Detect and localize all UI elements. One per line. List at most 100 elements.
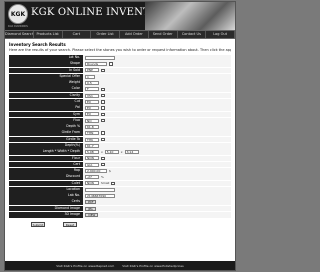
form-row: Lab No. 2146667090 [9, 193, 231, 199]
stone-details-form: Lot No. Shape Rounds In Sold PNP Special Offe… [9, 55, 231, 218]
nav-item-3[interactable]: Order List [91, 31, 120, 38]
text-field[interactable]: EX [85, 106, 99, 111]
field-value: EX [83, 105, 231, 111]
field-label: Lot No. [9, 55, 83, 61]
field-value: NO [83, 117, 231, 124]
checkbox[interactable] [101, 87, 105, 91]
field-value: THN [83, 130, 231, 137]
field-label: Shape [9, 61, 83, 67]
form-row: Length * Width * Depth 5.08 x 5.10 x 3.14 [9, 149, 231, 155]
field-value: PNP [83, 67, 231, 74]
field-label: Special Offer [9, 73, 83, 80]
text-field[interactable]: 3.14 [124, 150, 139, 155]
text-field[interactable] [85, 55, 115, 60]
nav-item-2[interactable]: Cart [63, 31, 92, 38]
text-field[interactable]: EX [85, 99, 99, 104]
form-row: Special Offer n [9, 73, 231, 80]
field-label: 3D Image [9, 212, 83, 218]
form-row: Flour NON [9, 155, 231, 162]
checkbox[interactable] [101, 68, 105, 73]
footer-link-polishedprices[interactable]: Visit KGK's Profile on www.Polishedprice… [122, 264, 183, 268]
field-label: Flour [9, 155, 83, 162]
text-field[interactable]: PNP [85, 68, 99, 73]
text-field[interactable]: 61.7 [85, 143, 99, 148]
text-field[interactable]: 0.5 [85, 80, 99, 85]
view-file-button[interactable]: VIEW [85, 212, 99, 217]
text-field[interactable]: VS1 [85, 93, 99, 98]
footer-link-rapnet[interactable]: Visit KGK's Profile on www.Rapnet.com [56, 264, 114, 268]
checkbox[interactable] [101, 93, 105, 98]
unit-label: $ [109, 168, 111, 173]
logo[interactable]: KGK [8, 4, 28, 24]
unit-label: x [101, 150, 103, 155]
field-value: EX [83, 111, 231, 118]
checkbox[interactable] [101, 162, 105, 167]
nav-item-1[interactable]: Products List [34, 31, 63, 38]
form-row: Color F [9, 86, 231, 93]
field-label: Girdle To [9, 136, 83, 143]
field-value: 61.8 [83, 124, 231, 130]
submit-button[interactable]: Submit [31, 221, 45, 227]
field-label: Rap [9, 168, 83, 174]
checkbox[interactable] [101, 106, 105, 110]
header-tools-image [145, 2, 235, 30]
unit-label: Small [101, 181, 110, 186]
field-value: PDF [83, 199, 231, 206]
field-value: F [83, 86, 231, 93]
text-field[interactable]: 2,900.00 [85, 168, 107, 173]
form-row: Diamond Image JPG [9, 205, 231, 212]
field-label: Certs [9, 199, 83, 206]
form-row: Girdle From THN [9, 130, 231, 137]
text-field[interactable]: NON [85, 181, 99, 186]
text-field[interactable]: 5.10 [104, 150, 119, 155]
field-label: Weight [9, 80, 83, 86]
text-field[interactable]: 5.08 [85, 150, 99, 155]
field-label: Lab No. [9, 193, 83, 199]
text-field[interactable] [85, 187, 115, 192]
form-row: Shape Rounds [9, 61, 231, 67]
nav-item-6[interactable]: Contact Us [178, 31, 207, 38]
nav-item-7[interactable]: Log Out [206, 31, 235, 38]
nav-item-5[interactable]: Send Order [149, 31, 178, 38]
text-field[interactable]: F [85, 87, 99, 92]
field-label: Depth % [9, 124, 83, 130]
field-label: Sym [9, 111, 83, 118]
text-field[interactable]: GIA [85, 162, 99, 167]
form-row: Depth % 61.8 [9, 124, 231, 130]
checkbox[interactable] [111, 181, 115, 186]
field-value [83, 186, 231, 193]
text-field[interactable]: 61.8 [85, 124, 99, 129]
checkbox[interactable] [101, 131, 105, 135]
header: KGK KGK ONLINE INVENTORY KGK DIAMONDS [5, 2, 235, 30]
field-value: 0.5 [83, 80, 231, 86]
text-field[interactable]: n [85, 74, 95, 79]
text-field[interactable]: -27 [85, 175, 99, 180]
field-label: Discount [9, 174, 83, 181]
checkbox[interactable] [101, 156, 105, 161]
field-label: Fluo [9, 117, 83, 124]
text-field[interactable]: THK [85, 137, 99, 142]
checkbox[interactable] [109, 62, 113, 66]
field-value: THK [83, 136, 231, 143]
nav-item-0[interactable]: Diamond Search [5, 31, 34, 38]
text-field[interactable]: 2146667090 [85, 194, 115, 199]
text-field[interactable]: THN [85, 131, 99, 136]
field-label: Culet [9, 180, 83, 187]
field-value: 61.7 [83, 142, 231, 149]
form-actions: Submit Reset [9, 220, 231, 229]
text-field[interactable]: Rounds [85, 62, 107, 67]
text-field[interactable]: NO [85, 118, 99, 123]
nav-item-4[interactable]: Add Order [120, 31, 149, 38]
view-file-button[interactable]: JPG [85, 206, 96, 211]
checkbox[interactable] [101, 118, 105, 123]
text-field[interactable]: EX [85, 112, 99, 117]
field-label: Location [9, 186, 83, 193]
text-field[interactable]: NON [85, 156, 99, 161]
checkbox[interactable] [101, 137, 105, 142]
checkbox[interactable] [101, 100, 105, 104]
field-label: Girdle From [9, 130, 83, 137]
reset-button[interactable]: Reset [63, 221, 77, 227]
form-row: Certs PDF [9, 199, 231, 206]
view-file-button[interactable]: PDF [85, 200, 97, 205]
checkbox[interactable] [101, 112, 105, 117]
